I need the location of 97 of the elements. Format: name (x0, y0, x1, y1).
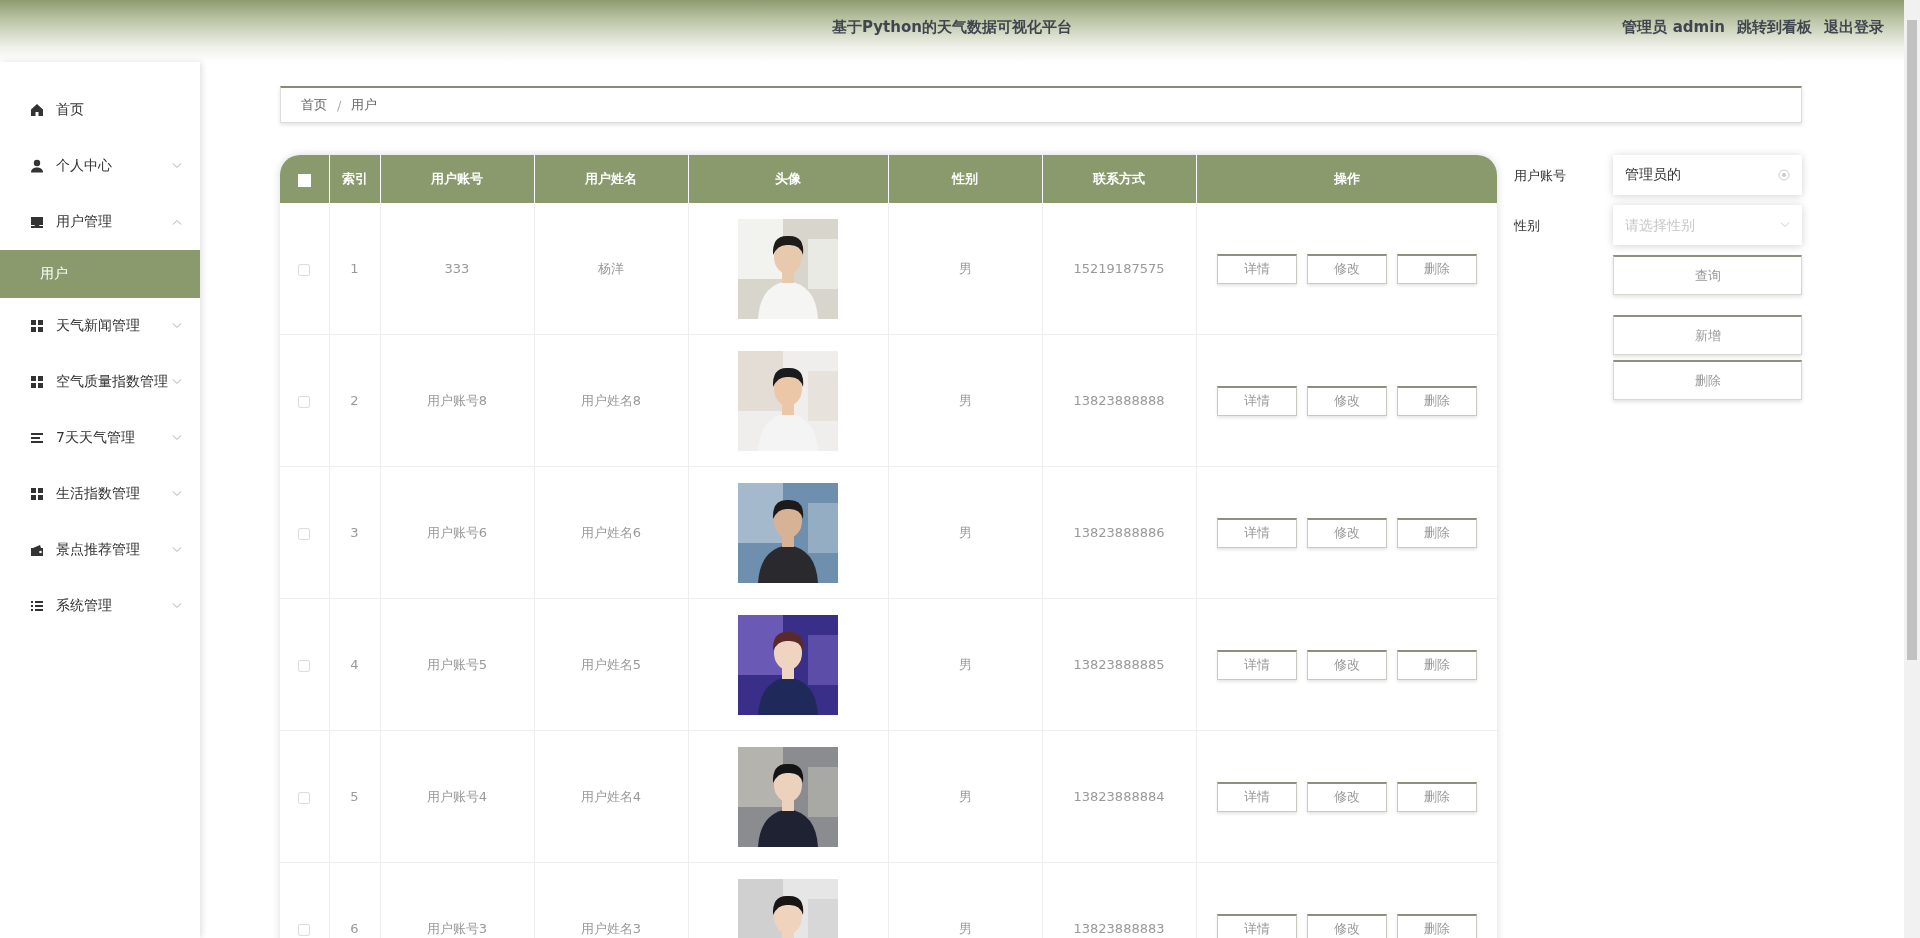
user-label: 管理员 admin (1622, 17, 1725, 37)
row-checkbox[interactable] (298, 791, 311, 804)
delete-button[interactable]: 删除 (1396, 517, 1477, 548)
table-cell: 1 (329, 203, 380, 335)
input-field[interactable]: 管理员的 (1613, 155, 1802, 195)
row-checkbox[interactable] (298, 395, 311, 408)
menu-item[interactable]: 景点推荐管理 (0, 522, 200, 578)
scrollbar-thumb[interactable] (1907, 20, 1917, 660)
table-cell: 用户姓名6 (534, 466, 688, 599)
menu-item[interactable]: 天气新闻管理 (0, 298, 200, 354)
table-cell: 13823888886 (1042, 466, 1196, 599)
field-label: 性别 (1513, 217, 1541, 235)
menu-item[interactable]: 生活指数管理 (0, 466, 200, 522)
delete-button[interactable]: 删除 (1613, 360, 1802, 400)
edit-button[interactable]: 修改 (1306, 517, 1387, 548)
table-cell: 5 (329, 730, 380, 863)
table-cell: 13823888888 (1042, 334, 1196, 467)
edit-button[interactable]: 修改 (1306, 385, 1387, 416)
header-link[interactable]: 跳转到看板 (1737, 17, 1812, 37)
lines-icon (30, 431, 44, 445)
row-checkbox[interactable] (298, 527, 311, 540)
submenu-item[interactable]: 用户 (0, 250, 200, 298)
table-cell: 杨洋 (534, 203, 688, 335)
scrollbar[interactable] (1904, 0, 1920, 938)
table-cell: 用户账号4 (380, 730, 534, 863)
table-cell: 用户账号3 (380, 862, 534, 938)
column-header: 索引 (329, 155, 380, 203)
app-title: 基于Python的天气数据可视化平台 (832, 18, 1072, 36)
grid-icon (30, 319, 44, 333)
menu-item[interactable]: 系统管理 (0, 578, 200, 634)
table-cell: 用户姓名8 (534, 334, 688, 467)
list-icon (30, 599, 44, 613)
table-cell: 13823888885 (1042, 598, 1196, 731)
menu-item[interactable]: 用户管理 (0, 194, 200, 250)
table-cell: 男 (888, 203, 1042, 335)
details-button[interactable]: 详情 (1216, 913, 1297, 938)
person-icon (30, 159, 44, 173)
clear-icon[interactable] (1778, 169, 1790, 181)
table-cell: 用户账号6 (380, 466, 534, 599)
details-button[interactable]: 详情 (1216, 253, 1297, 284)
table-cell: 3 (329, 466, 380, 599)
home-icon (30, 103, 44, 117)
column-header: 用户姓名 (534, 155, 688, 203)
search-button[interactable]: 查询 (1613, 255, 1802, 295)
table-cell: 用户账号8 (380, 334, 534, 467)
table-cell: 15219187575 (1042, 203, 1196, 335)
table-cell: 2 (329, 334, 380, 467)
column-header: 联系方式 (1042, 155, 1196, 203)
delete-button[interactable]: 删除 (1396, 649, 1477, 680)
table-cell: 用户姓名4 (534, 730, 688, 863)
grid-icon (30, 375, 44, 389)
table-cell: 男 (888, 334, 1042, 467)
delete-button[interactable]: 删除 (1396, 385, 1477, 416)
table-cell: 333 (380, 203, 534, 335)
table-cell: 6 (329, 862, 380, 938)
wallet-icon (30, 543, 44, 557)
edit-button[interactable]: 修改 (1306, 781, 1387, 812)
row-checkbox[interactable] (298, 659, 311, 672)
grid-icon (30, 487, 44, 501)
delete-button[interactable]: 删除 (1396, 913, 1477, 938)
table-cell: 男 (888, 862, 1042, 938)
table-cell: 13823888883 (1042, 862, 1196, 938)
select-all-checkbox[interactable] (297, 173, 311, 187)
table-cell: 用户姓名5 (534, 598, 688, 731)
table-cell: 男 (888, 466, 1042, 599)
table-cell: 用户账号5 (380, 598, 534, 731)
edit-button[interactable]: 修改 (1306, 649, 1387, 680)
details-button[interactable]: 详情 (1216, 385, 1297, 416)
field-label: 用户账号 (1513, 167, 1567, 185)
table-cell: 13823888884 (1042, 730, 1196, 863)
table-cell: 4 (329, 598, 380, 731)
menu-item[interactable]: 个人中心 (0, 138, 200, 194)
menu-item[interactable]: 空气质量指数管理 (0, 354, 200, 410)
column-header: 用户账号 (380, 155, 534, 203)
column-header: 性别 (888, 155, 1042, 203)
column-header: 头像 (688, 155, 888, 203)
table-cell: 男 (888, 598, 1042, 731)
details-button[interactable]: 详情 (1216, 649, 1297, 680)
table-cell: 用户姓名3 (534, 862, 688, 938)
details-button[interactable]: 详情 (1216, 517, 1297, 548)
row-checkbox[interactable] (298, 263, 311, 276)
menu-item[interactable]: 首页 (0, 82, 200, 138)
edit-button[interactable]: 修改 (1306, 253, 1387, 284)
breadcrumb-item[interactable]: 首页 (301, 96, 327, 114)
menu-item[interactable]: 7天天气管理 (0, 410, 200, 466)
breadcrumb-separator: / (337, 97, 342, 113)
row-checkbox[interactable] (298, 923, 311, 936)
table-cell: 男 (888, 730, 1042, 863)
details-button[interactable]: 详情 (1216, 781, 1297, 812)
breadcrumb-item: 用户 (351, 96, 378, 114)
add-button[interactable]: 新增 (1613, 315, 1802, 355)
column-header: 操作 (1196, 155, 1497, 203)
edit-button[interactable]: 修改 (1306, 913, 1387, 938)
chevron-down-icon (1780, 222, 1790, 228)
delete-button[interactable]: 删除 (1396, 781, 1477, 812)
header-link[interactable]: 退出登录 (1824, 17, 1884, 37)
delete-button[interactable]: 删除 (1396, 253, 1477, 284)
